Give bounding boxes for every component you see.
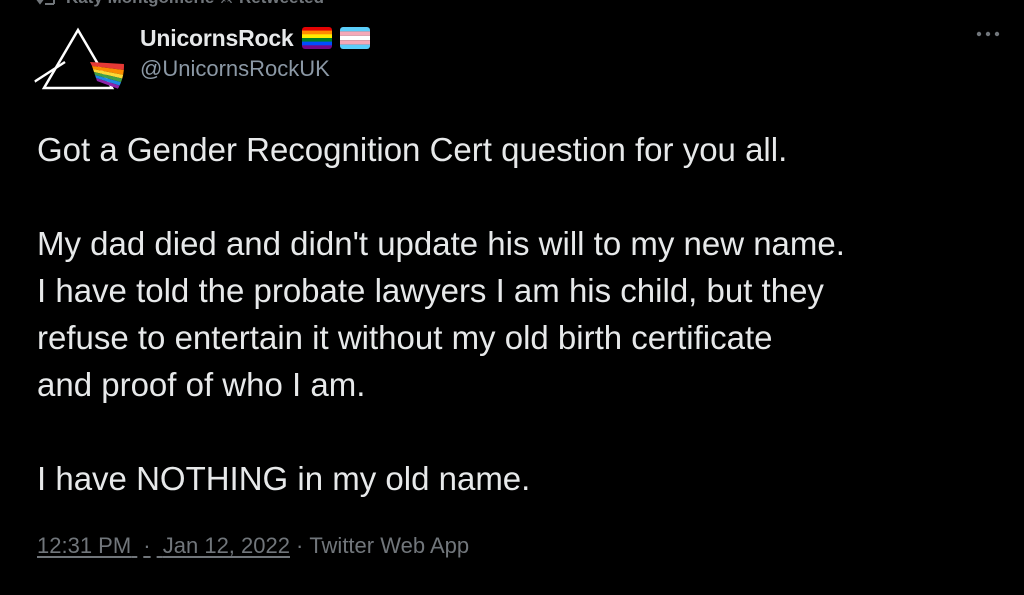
retweet-icon [36,0,58,6]
tweet-metadata: 12:31 PM · Jan 12, 2022 · Twitter Web Ap… [37,533,469,559]
tweet-paragraph: My dad died and didn't update his will t… [37,225,845,403]
separator: · [143,533,151,558]
rainbow-flag-icon [301,27,332,49]
tweet-date: Jan 12, 2022 [162,533,290,558]
tweet-paragraph: Got a Gender Recognition Cert question f… [37,131,788,168]
tweet-source[interactable]: Twitter Web App [309,533,469,559]
avatar[interactable] [32,20,124,112]
separator: · [295,533,304,558]
retweet-context: Katy Montgomerie ⚔ Retweeted [36,0,324,8]
display-name[interactable]: UnicornsRock [140,25,294,52]
tweet-paragraph: I have NOTHING in my old name. [37,460,531,497]
tweet-text: Got a Gender Recognition Cert question f… [37,126,1012,502]
more-options-icon [976,31,1000,37]
name-row: UnicornsRock [140,24,370,52]
tweet-time: 12:31 PM [37,533,132,558]
prism-rainbow-avatar [32,20,124,112]
retweet-label[interactable]: Katy Montgomerie ⚔ Retweeted [66,0,324,8]
tweet-time-link[interactable]: 12:31 PM · Jan 12, 2022 [37,533,290,559]
more-options-button[interactable] [974,24,1002,44]
tweet-author: UnicornsRock @UnicornsRockUK [140,24,370,82]
user-handle[interactable]: @UnicornsRockUK [140,56,370,82]
transgender-flag-icon [339,27,370,49]
